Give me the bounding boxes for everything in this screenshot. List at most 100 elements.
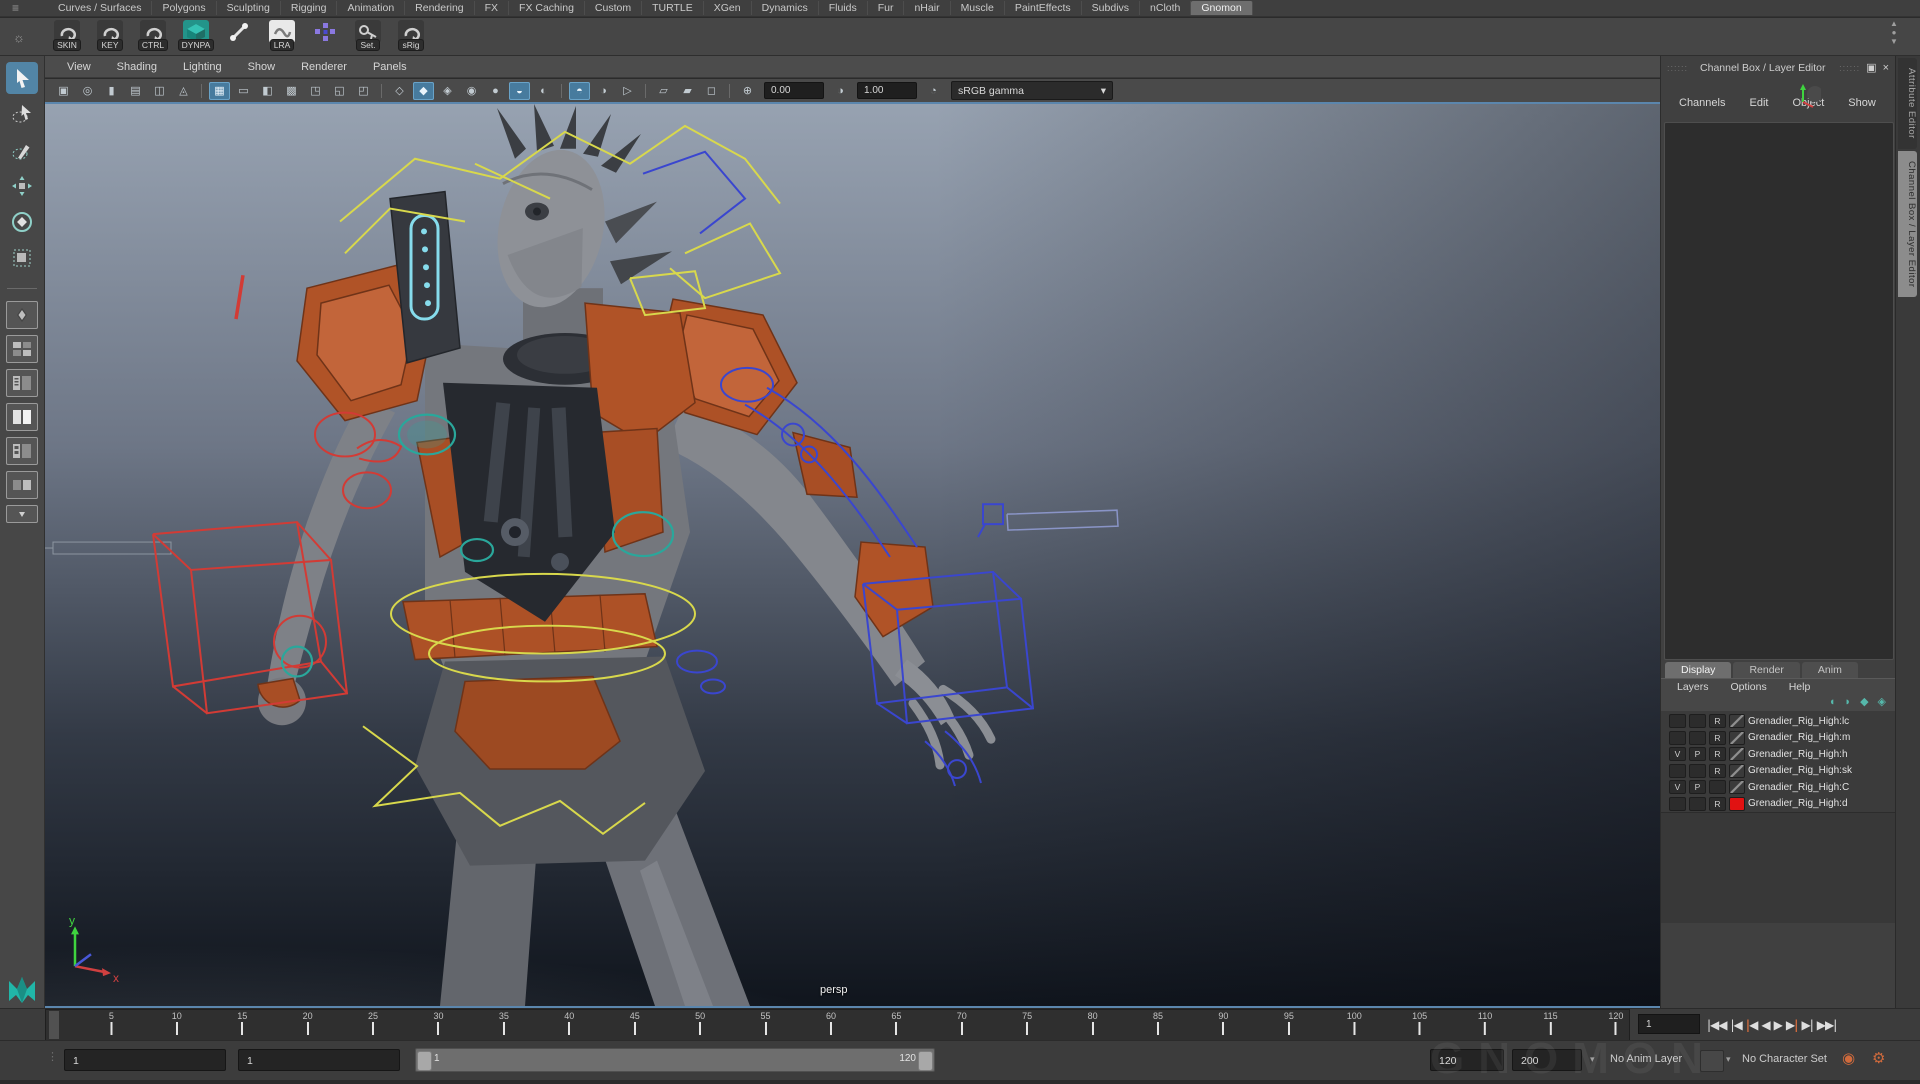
layer-color-swatch[interactable]	[1729, 764, 1745, 778]
menu-dynamics[interactable]: Dynamics	[752, 1, 819, 15]
xray-joints-icon[interactable]: ▰	[677, 82, 698, 100]
play-forwards-button[interactable]: ▶	[1773, 1016, 1783, 1034]
menu-custom[interactable]: Custom	[585, 1, 642, 15]
paint-select-tool[interactable]	[6, 134, 38, 166]
layer-tab-render[interactable]: Render	[1733, 662, 1799, 678]
menu-rigging[interactable]: Rigging	[281, 1, 338, 15]
layer-display-type-toggle[interactable]: R	[1709, 797, 1726, 811]
motion-blur-icon[interactable]: ◐	[533, 82, 554, 100]
shelf-scroll-up-icon[interactable]: ▲	[1890, 20, 1898, 28]
layer-display-type-toggle[interactable]	[1709, 780, 1726, 794]
bookmark-icon[interactable]: ▮	[101, 82, 122, 100]
pan-zoom-icon[interactable]: ◫	[149, 82, 170, 100]
panel-menu-lighting[interactable]: Lighting	[171, 61, 234, 73]
layer-row[interactable]: RGrenadier_Rig_High:d	[1661, 796, 1896, 813]
menu-xgen[interactable]: XGen	[704, 1, 752, 15]
playback-end-field[interactable]: 120	[1430, 1049, 1504, 1071]
shaded-icon[interactable]: ◆	[413, 82, 434, 100]
step-forward-key-button[interactable]: ▶|	[1785, 1016, 1799, 1034]
layer-color-swatch[interactable]	[1729, 731, 1745, 745]
layer-color-swatch[interactable]	[1729, 797, 1745, 811]
layer-list-empty-area[interactable]	[1661, 812, 1896, 923]
menu-muscle[interactable]: Muscle	[951, 1, 1005, 15]
anim-layer-label[interactable]: No Anim Layer	[1610, 1053, 1682, 1065]
grid-icon[interactable]: ▦	[209, 82, 230, 100]
occlusion-icon[interactable]: ◒	[509, 82, 530, 100]
menu-gnomon[interactable]: Gnomon	[1191, 1, 1252, 15]
menu-fluids[interactable]: Fluids	[819, 1, 868, 15]
dynpa-shelf-button[interactable]: DYNPA	[179, 20, 213, 51]
select-tool[interactable]	[6, 62, 38, 94]
view-transform-dropdown[interactable]: sRGB gamma▾	[951, 81, 1113, 100]
layer-visibility-toggle[interactable]	[1669, 714, 1686, 728]
panel-menu-panels[interactable]: Panels	[361, 61, 419, 73]
key-shelf-button[interactable]: KEY	[93, 20, 127, 51]
layout-custom-pane-button[interactable]	[6, 471, 38, 499]
select-camera-icon[interactable]: ▣	[53, 82, 74, 100]
layer-visibility-toggle[interactable]	[1669, 797, 1686, 811]
menu-sculpting[interactable]: Sculpting	[217, 1, 281, 15]
menu-ncloth[interactable]: nCloth	[1140, 1, 1191, 15]
play-backwards-button[interactable]: ◀	[1760, 1016, 1770, 1034]
character-set-label[interactable]: No Character Set	[1742, 1053, 1827, 1065]
plane-icon[interactable]: ◻	[701, 82, 722, 100]
skin-shelf-button[interactable]: SKIN	[50, 20, 84, 51]
image-plane-icon[interactable]: ▤	[125, 82, 146, 100]
channel-box-list[interactable]	[1664, 122, 1894, 660]
xray-icon[interactable]: ▱	[653, 82, 674, 100]
field-chart-icon[interactable]: ◳	[305, 82, 326, 100]
range-end-handle[interactable]	[918, 1051, 933, 1071]
joint-display-icon[interactable]: ◬	[173, 82, 194, 100]
layer-menu-layers[interactable]: Layers	[1667, 681, 1719, 693]
layer-color-swatch[interactable]	[1729, 780, 1745, 794]
shelf-gear-icon[interactable]: ☼	[13, 30, 25, 45]
menu-subdivs[interactable]: Subdivs	[1082, 1, 1140, 15]
menu-fur[interactable]: Fur	[868, 1, 905, 15]
joint-tool-shelf-button[interactable]	[222, 20, 256, 43]
layer-visibility-toggle[interactable]	[1669, 731, 1686, 745]
safe-action-icon[interactable]: ◱	[329, 82, 350, 100]
layer-row[interactable]: RGrenadier_Rig_High:lc	[1661, 713, 1896, 730]
range-start-handle[interactable]	[417, 1051, 432, 1071]
layer-row[interactable]: VPRGrenadier_Rig_High:h	[1661, 746, 1896, 763]
layer-playback-toggle[interactable]: P	[1689, 747, 1706, 761]
rotate-tool[interactable]	[6, 206, 38, 238]
layer-playback-toggle[interactable]	[1689, 731, 1706, 745]
camera-attributes-icon[interactable]: ◎	[77, 82, 98, 100]
step-forward-frame-button[interactable]: ▶|	[1801, 1016, 1814, 1034]
layer-visibility-toggle[interactable]: V	[1669, 780, 1686, 794]
character-set-dropdown-icon[interactable]: ▾	[1726, 1054, 1731, 1065]
playback-start-field[interactable]: 1	[238, 1049, 400, 1071]
contrast-icon[interactable]: ◑	[830, 82, 851, 100]
multisample-icon[interactable]: ◓	[569, 82, 590, 100]
range-bar-grip-icon[interactable]: ⋮	[47, 1050, 58, 1063]
empty-layer-icon[interactable]: ◆	[1860, 696, 1868, 708]
anim-layer-button[interactable]	[1700, 1050, 1724, 1072]
menu-nhair[interactable]: nHair	[904, 1, 950, 15]
channel-box-header[interactable]: :::::: Channel Box / Layer Editor ::::::…	[1661, 56, 1895, 78]
layer-display-type-toggle[interactable]: R	[1709, 731, 1726, 745]
side-tab-attribute-editor[interactable]: Attribute Editor	[1898, 58, 1917, 149]
layout-four-pane-button[interactable]	[6, 335, 38, 363]
layer-tab-display[interactable]: Display	[1665, 662, 1731, 678]
panel-grip-icon[interactable]: ::::::	[1667, 63, 1688, 73]
menu-animation[interactable]: Animation	[337, 1, 405, 15]
new-layer-icon[interactable]: ◈	[1878, 696, 1886, 708]
safe-title-icon[interactable]: ◰	[353, 82, 374, 100]
shelf-scroll-spinner[interactable]: ▲ ● ▼	[1886, 20, 1902, 46]
layer-display-type-toggle[interactable]: R	[1709, 714, 1726, 728]
layout-two-pane-button[interactable]	[6, 403, 38, 431]
menu-fx-caching[interactable]: FX Caching	[509, 1, 585, 15]
channel-box-menu-edit[interactable]: Edit	[1739, 97, 1778, 109]
shelf-scroll-down-icon[interactable]: ▼	[1890, 38, 1898, 46]
current-frame-field[interactable]: 1	[1638, 1014, 1700, 1034]
auto-keyframe-icon[interactable]: ◉	[1842, 1049, 1855, 1067]
layer-playback-toggle[interactable]: P	[1689, 780, 1706, 794]
side-tab-channel-box-layer-editor[interactable]: Channel Box / Layer Editor	[1898, 151, 1917, 298]
layout-more-button[interactable]	[6, 505, 38, 523]
go-to-end-button[interactable]: ▶▶|	[1816, 1016, 1838, 1034]
move-tool[interactable]	[6, 170, 38, 202]
layer-display-type-toggle[interactable]: R	[1709, 764, 1726, 778]
layer-row[interactable]: RGrenadier_Rig_High:sk	[1661, 763, 1896, 780]
panel-menu-show[interactable]: Show	[236, 61, 288, 73]
